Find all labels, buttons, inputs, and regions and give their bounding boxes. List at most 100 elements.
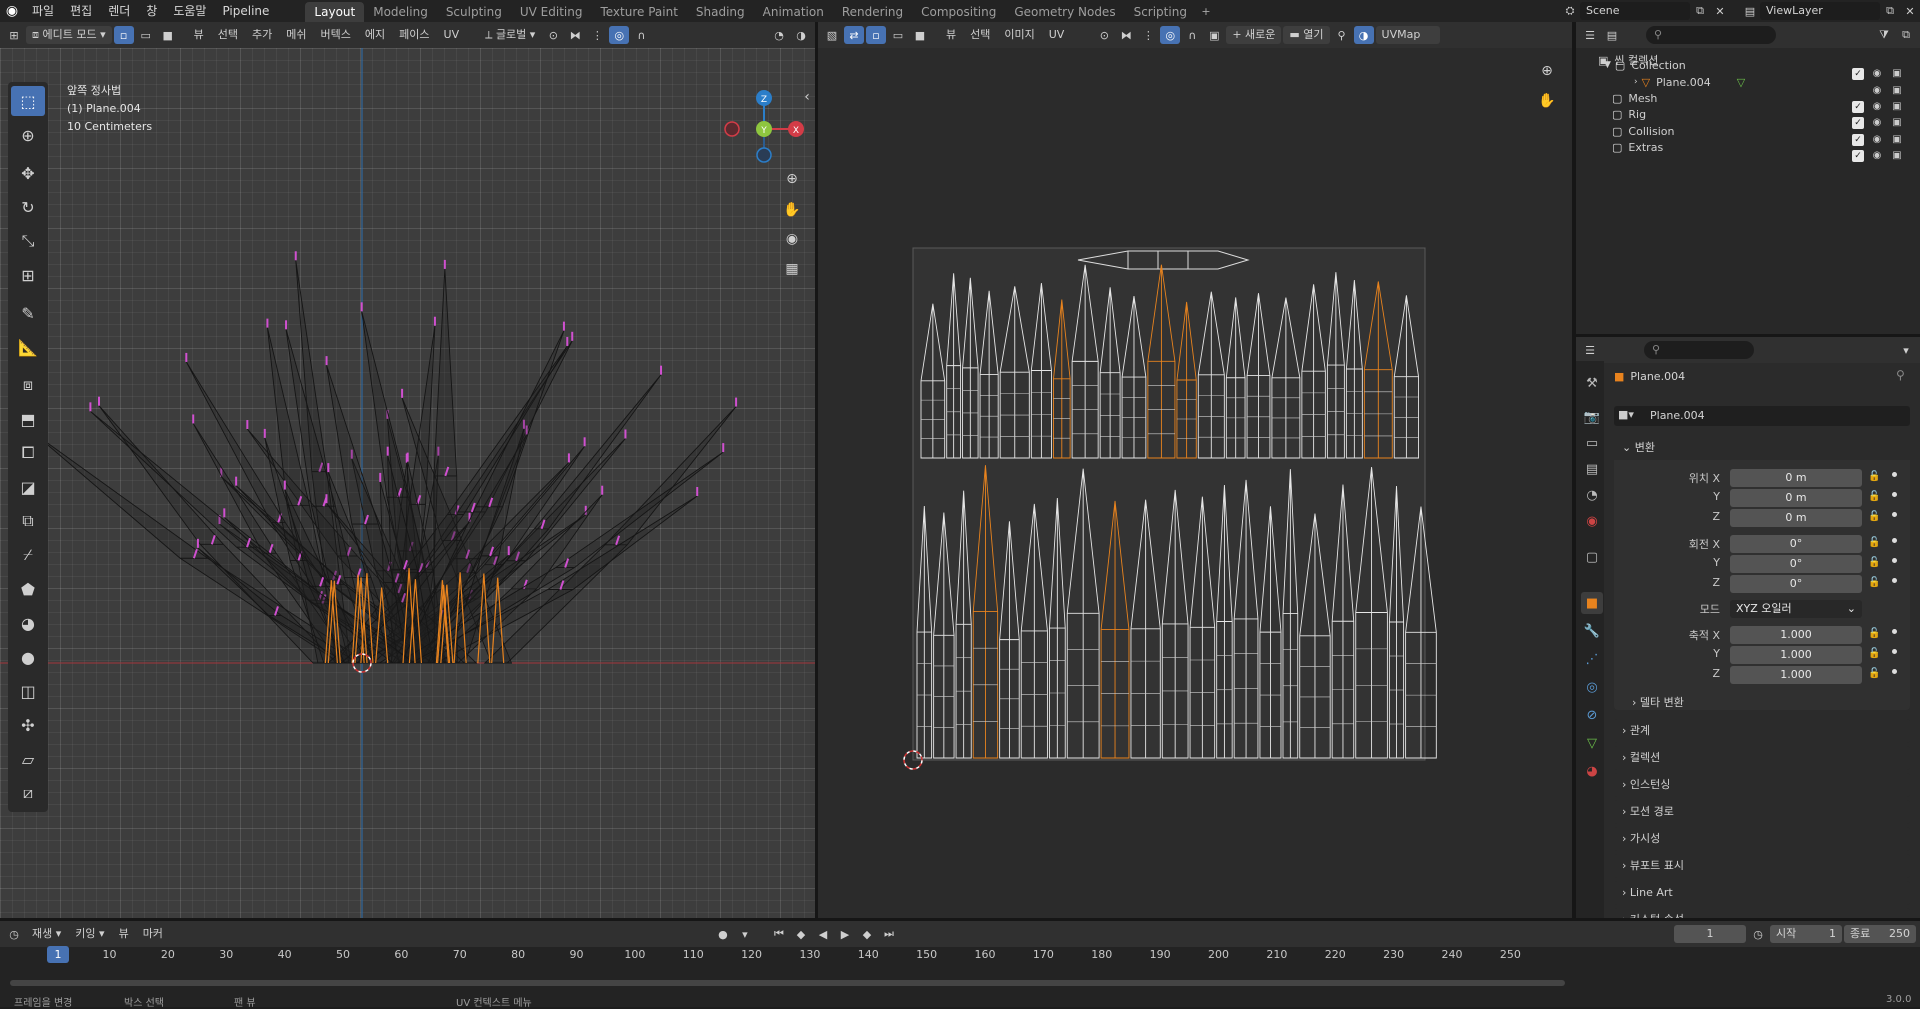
menu-1[interactable]: 편집 — [62, 0, 100, 22]
current-frame-field[interactable]: 1 — [1674, 925, 1746, 943]
keyframe-dot-icon[interactable] — [1892, 578, 1897, 583]
scene-tab-icon[interactable]: ◔ — [1581, 484, 1603, 506]
lock-icon[interactable]: 🔓 — [1868, 648, 1880, 659]
workspace-tab-rendering[interactable]: Rendering — [833, 2, 912, 22]
uv-display-icon[interactable]: ▣ — [1204, 26, 1224, 44]
uv-editor-type-icon[interactable]: ▧ — [822, 26, 842, 44]
outliner-filter-icon[interactable]: ⧩ — [1874, 26, 1894, 44]
lock-icon[interactable]: 🔓 — [1868, 577, 1880, 588]
lock-icon[interactable]: 🔓 — [1868, 557, 1880, 568]
outliner-item-extras[interactable]: ▢ Extras — [1576, 137, 1858, 157]
mode-dropdown[interactable]: ⧈ 에디트 모드 ▾ — [26, 26, 112, 44]
shrink-fatten-icon[interactable]: ✣ — [11, 710, 45, 740]
move-icon[interactable]: ✥ — [11, 158, 45, 188]
scene-field[interactable]: Scene — [1580, 2, 1690, 20]
shear-icon[interactable]: ▱ — [11, 744, 45, 774]
particles-tab-icon[interactable]: ⋰ — [1581, 648, 1603, 670]
data-tab-icon[interactable]: ▽ — [1581, 732, 1603, 754]
workspace-tab-texture-paint[interactable]: Texture Paint — [591, 2, 686, 22]
edge-select-icon[interactable]: ▭ — [136, 26, 156, 44]
exclude-checkbox[interactable]: ✓ — [1852, 134, 1864, 146]
expand-arrow-icon[interactable]: ▼ — [1604, 60, 1611, 70]
measure-icon[interactable]: 📐 — [11, 332, 45, 362]
panel-0[interactable]: › 관계 — [1614, 719, 1910, 743]
next-keyframe-icon[interactable]: ◆ — [857, 925, 877, 943]
collapse-arrow-icon[interactable]: › — [1634, 77, 1638, 87]
keying-menu[interactable]: 키잉 ▾ — [69, 925, 110, 943]
location-z-field[interactable]: 0 m — [1730, 509, 1862, 527]
uv-snap-icon[interactable]: ⧓ — [1116, 26, 1136, 44]
delta-transform-subpanel[interactable]: › 델타 변환 — [1632, 694, 1684, 710]
vp-menu-select[interactable]: 선택 — [212, 26, 244, 44]
exclude-checkbox[interactable]: ✓ — [1852, 150, 1864, 162]
play-icon[interactable]: ▶ — [835, 925, 855, 943]
orientation-dropdown[interactable]: ⟂ 글로벌 ▾ — [479, 26, 541, 44]
menu-5[interactable]: Pipeline — [214, 0, 277, 22]
lock-icon[interactable]: 🔓 — [1868, 511, 1880, 522]
edge-slide-icon[interactable]: ◫ — [11, 676, 45, 706]
outliner-search-input[interactable]: ⚲ — [1646, 26, 1776, 44]
sidebar-toggle-icon[interactable]: ‹ — [800, 84, 814, 110]
vp-menu-vertex[interactable]: 버텍스 — [315, 26, 357, 44]
end-frame-field[interactable]: 종료 250 — [1844, 925, 1916, 943]
view-layer-tab-icon[interactable]: ▤ — [1581, 458, 1603, 480]
vp-menu-face[interactable]: 페이스 — [393, 26, 435, 44]
scale-x-field[interactable]: 1.000 — [1730, 626, 1862, 644]
select-box-icon[interactable]: ⬚ — [11, 86, 45, 116]
3d-viewport[interactable]: 앞쪽 정사법 (1) Plane.004 10 Centimeters Z Y … — [0, 48, 815, 918]
panel-4[interactable]: › 가시성 — [1614, 827, 1910, 851]
render-tab-icon[interactable]: 📷 — [1581, 406, 1603, 428]
menu-2[interactable]: 렌더 — [100, 0, 138, 22]
keyframe-dot-icon[interactable] — [1892, 629, 1897, 634]
knife-icon[interactable]: ⌿ — [11, 540, 45, 570]
rotation-x-field[interactable]: 0° — [1730, 535, 1862, 553]
workspace-tab-modeling[interactable]: Modeling — [364, 2, 437, 22]
transform-icon[interactable]: ⊞ — [11, 260, 45, 290]
editor-type-icon[interactable]: ⊞ — [4, 26, 24, 44]
panel-2[interactable]: › 인스턴싱 — [1614, 773, 1910, 797]
keyframe-dot-icon[interactable] — [1892, 669, 1897, 674]
uv-face-select-icon[interactable]: ■ — [910, 26, 930, 44]
jump-end-icon[interactable]: ⏭ — [879, 925, 899, 943]
vp-menu-add[interactable]: 추가 — [246, 26, 278, 44]
keyframe-dot-icon[interactable] — [1892, 492, 1897, 497]
eye-icon[interactable]: ◉ — [1870, 85, 1884, 96]
lock-icon[interactable]: 🔓 — [1868, 471, 1880, 482]
location-x-field[interactable]: 0 m — [1730, 469, 1862, 487]
new-image-button[interactable]: + 새로운 — [1226, 26, 1282, 44]
vp-menu-edge[interactable]: 에지 — [359, 26, 391, 44]
mesh-data-icon[interactable]: ▽ — [1737, 76, 1745, 89]
uv-menu-image[interactable]: 이미지 — [998, 26, 1040, 44]
workspace-tab-sculpting[interactable]: Sculpting — [437, 2, 511, 22]
camera-icon[interactable]: ◉ — [779, 226, 805, 252]
scale-z-field[interactable]: 1.000 — [1730, 666, 1862, 684]
camera-render-icon[interactable]: ▣ — [1890, 85, 1904, 96]
cursor-icon[interactable]: ⊕ — [11, 120, 45, 150]
blender-logo-icon[interactable]: ◉ — [0, 0, 24, 22]
new-collection-icon[interactable]: ⧉ — [1896, 26, 1916, 44]
face-select-icon[interactable]: ■ — [158, 26, 178, 44]
rotate-icon[interactable]: ↻ — [11, 192, 45, 222]
playback-menu[interactable]: 재생 ▾ — [26, 925, 67, 943]
workspace-tab-animation[interactable]: Animation — [754, 2, 833, 22]
play-reverse-icon[interactable]: ◀ — [813, 925, 833, 943]
pivot-icon[interactable]: ⊙ — [543, 26, 563, 44]
physics-tab-icon[interactable]: ◎ — [1581, 676, 1603, 698]
preview-range-icon[interactable]: ◷ — [1748, 925, 1768, 943]
delete-view-layer-icon[interactable]: ✕ — [1900, 2, 1920, 20]
workspace-tab-shading[interactable]: Shading — [687, 2, 754, 22]
properties-editor-type-icon[interactable]: ☰ — [1580, 341, 1600, 359]
camera-render-icon[interactable]: ▣ — [1890, 68, 1904, 80]
snap-type-icon[interactable]: ⋮ — [587, 26, 607, 44]
uv-vertex-select-icon[interactable]: ▫ — [866, 26, 886, 44]
properties-options-icon[interactable]: ▾ — [1896, 341, 1916, 359]
rotation-mode-dropdown[interactable]: XYZ 오일러 ⌄ — [1730, 600, 1862, 618]
annotate-icon[interactable]: ✎ — [11, 298, 45, 328]
rotation-y-field[interactable]: 0° — [1730, 555, 1862, 573]
new-scene-icon[interactable]: ⧉ — [1690, 2, 1710, 20]
datablock-type-icon[interactable]: ■▾ — [1618, 408, 1634, 421]
extrude-icon[interactable]: ⬒ — [11, 404, 45, 434]
keyframe-dot-icon[interactable] — [1892, 472, 1897, 477]
eye-icon[interactable]: ◉ — [1870, 101, 1884, 113]
add-workspace-icon[interactable]: + — [1196, 2, 1216, 20]
